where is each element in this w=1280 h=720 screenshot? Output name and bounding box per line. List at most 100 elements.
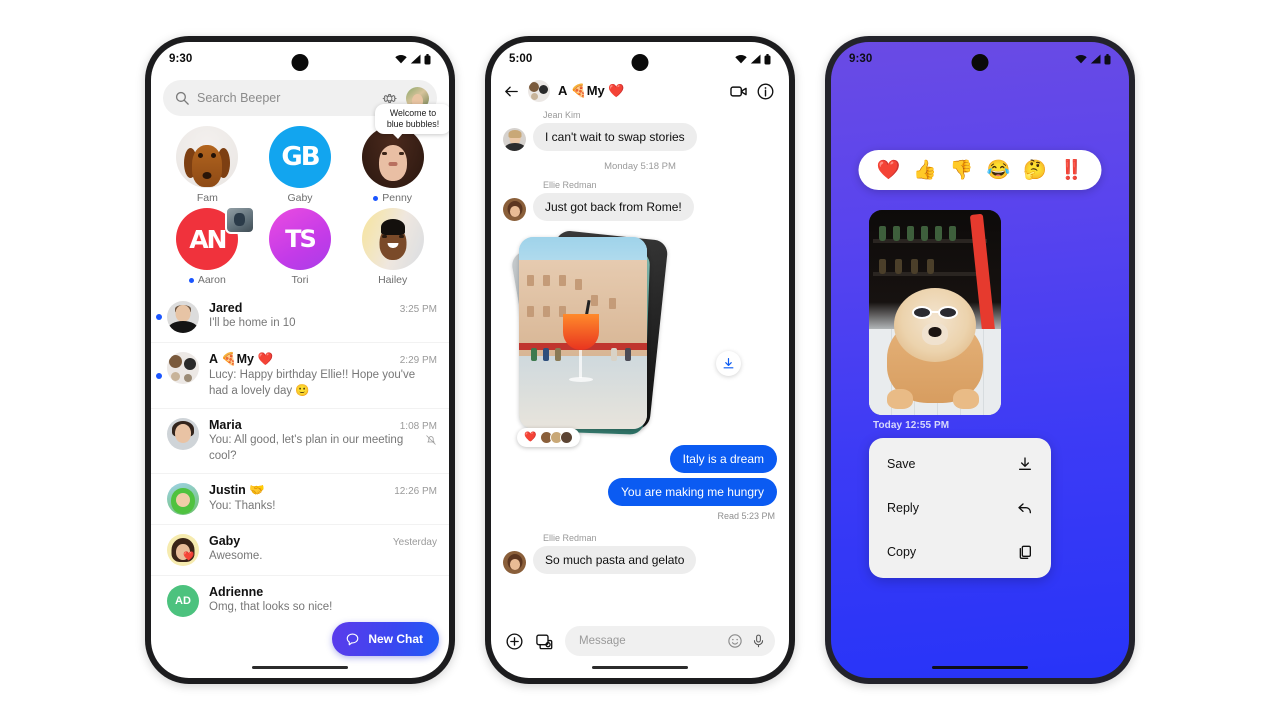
reaction-thumbsup-icon[interactable]: 👍: [913, 161, 937, 180]
phone-2-conversation: 5:00 A 🍕My ❤️ Jean Kim I can't wait to s…: [485, 36, 795, 684]
battery-icon: [764, 53, 771, 64]
photo-camera-icon[interactable]: [535, 632, 554, 651]
pinned-label: Fam: [197, 192, 218, 204]
status-icons: [395, 53, 431, 65]
wifi-icon: [1075, 54, 1087, 64]
message-sender: Jean Kim: [543, 110, 581, 120]
pinned-name: Tori: [291, 274, 309, 286]
phone-1-chat-list: 9:30 Search Beeper Fam GB Gaby Welcome t…: [145, 36, 455, 684]
welcome-tooltip: Welcome to blue bubbles!: [374, 104, 449, 139]
message-bubble[interactable]: I can't wait to swap stories: [533, 123, 697, 151]
back-arrow-icon[interactable]: [503, 83, 520, 100]
pinned-chat-aaron[interactable]: AN Aaron: [161, 206, 255, 286]
message-sender: Ellie Redman: [543, 533, 597, 543]
justin-avatar: [167, 483, 199, 516]
group-avatar[interactable]: [528, 80, 550, 102]
gaby-initials: GB: [281, 142, 320, 172]
aaron-story-badge: [224, 206, 255, 234]
info-icon[interactable]: [756, 82, 775, 101]
status-bar: 5:00: [491, 42, 789, 76]
status-time: 5:00: [509, 53, 533, 65]
new-chat-button[interactable]: New Chat: [332, 622, 439, 656]
unread-dot: [373, 195, 379, 201]
reaction-chip[interactable]: ❤️: [517, 428, 581, 447]
signal-icon: [750, 54, 761, 64]
message-bubble[interactable]: Just got back from Rome!: [533, 193, 694, 221]
pinned-chat-tori[interactable]: TS Tori: [254, 208, 347, 286]
read-receipt: Read 5:23 PM: [717, 511, 775, 521]
search-placeholder: Search Beeper: [197, 91, 281, 105]
photo-stack-message[interactable]: ❤️: [507, 229, 777, 447]
download-button[interactable]: [716, 351, 741, 376]
pinned-chat-penny[interactable]: Welcome to blue bubbles! Penny: [346, 104, 449, 204]
chat-preview: Omg, that looks so nice!: [209, 601, 333, 614]
phone-1-screen: 9:30 Search Beeper Fam GB Gaby Welcome t…: [151, 42, 449, 678]
gaby-initials-avatar: GB: [268, 126, 331, 188]
reaction-thumbsdown-icon[interactable]: 👎: [950, 161, 974, 180]
home-indicator: [252, 665, 348, 669]
chat-preview: You: All good, let's plan in our meeting…: [209, 434, 404, 462]
menu-item-save[interactable]: Save: [869, 442, 1051, 486]
message-placeholder: Message: [579, 635, 626, 647]
reaction-laugh-icon[interactable]: 😂: [987, 161, 1011, 180]
reaction-thinking-icon[interactable]: 🤔: [1023, 161, 1047, 180]
chat-time: 12:26 PM: [394, 486, 437, 498]
pinned-label: Gaby: [287, 192, 312, 204]
video-call-icon[interactable]: [729, 82, 748, 101]
menu-item-label: Copy: [887, 545, 917, 559]
pinned-chat-gaby[interactable]: GB Gaby: [254, 126, 347, 204]
page-title: A 🍕My ❤️: [558, 83, 625, 98]
pinned-name: Penny: [382, 192, 413, 204]
table-row[interactable]: A 🍕My ❤️ 2:29 PM Lucy: Happy birthday El…: [151, 342, 449, 408]
reaction-exclamation-icon[interactable]: ‼️: [1060, 161, 1084, 180]
chat-name: A 🍕My ❤️: [209, 352, 274, 366]
photo-card-front[interactable]: [519, 237, 647, 429]
message-bubble[interactable]: So much pasta and gelato: [533, 546, 697, 574]
message-row-incoming: Just got back from Rome!: [503, 193, 777, 221]
message-bubble[interactable]: Italy is a dream: [669, 445, 777, 473]
menu-item-copy[interactable]: Copy: [869, 530, 1051, 574]
message-input[interactable]: Message: [565, 626, 775, 656]
wifi-icon: [395, 54, 407, 64]
emoji-icon[interactable]: [727, 633, 743, 649]
gaby-row-avatar: ❤️: [167, 534, 199, 567]
battery-icon: [1104, 53, 1111, 64]
pinned-name: Fam: [196, 192, 218, 204]
camera-punch-hole: [291, 54, 309, 71]
pinned-label: Penny: [373, 192, 412, 204]
avatar: [503, 128, 526, 151]
pinned-chat-hailey[interactable]: Hailey: [346, 208, 439, 286]
status-time: 9:30: [849, 53, 873, 65]
pinned-label: Aaron: [188, 274, 226, 286]
message-composer: Message: [491, 626, 789, 656]
table-row[interactable]: Jared 3:25 PM I'll be home in 10: [151, 292, 449, 342]
table-row[interactable]: Justin 🤝 12:26 PM You: Thanks!: [151, 473, 449, 524]
avatar: [503, 198, 526, 221]
plus-circle-icon[interactable]: [505, 632, 524, 651]
menu-item-label: Save: [887, 457, 916, 471]
microphone-icon[interactable]: [751, 633, 766, 649]
dog-photo-message[interactable]: [869, 210, 1001, 415]
status-icons: [1075, 53, 1111, 65]
reactor-avatars: [540, 431, 574, 444]
reply-arrow-icon: [1018, 503, 1031, 514]
table-row[interactable]: Maria 1:08 PM You: All good, let's plan …: [151, 408, 449, 473]
jared-avatar: [167, 301, 199, 333]
signal-icon: [1090, 54, 1101, 64]
reaction-heart-icon[interactable]: ❤️: [876, 161, 900, 180]
copy-icon: [1019, 545, 1031, 559]
phone-mockups-stage: 9:30 Search Beeper Fam GB Gaby Welcome t…: [0, 0, 1280, 720]
table-row[interactable]: ❤️ Gaby Yesterday Awesome.: [151, 524, 449, 575]
status-bar: 9:30: [831, 42, 1129, 76]
message-sender: Ellie Redman: [543, 180, 597, 190]
message-bubble[interactable]: You are making me hungry: [608, 478, 777, 506]
home-indicator: [932, 665, 1028, 669]
table-row[interactable]: AD Adrienne Omg, that looks so nice!: [151, 575, 449, 626]
chat-name: Adrienne: [209, 585, 264, 600]
menu-item-reply[interactable]: Reply: [869, 486, 1051, 530]
pinned-chat-fam[interactable]: Fam: [161, 126, 254, 204]
pinned-label: Tori: [292, 274, 309, 286]
menu-item-label: Reply: [887, 501, 919, 515]
group-avatar: [167, 352, 199, 384]
chat-time: 2:29 PM: [399, 355, 437, 366]
